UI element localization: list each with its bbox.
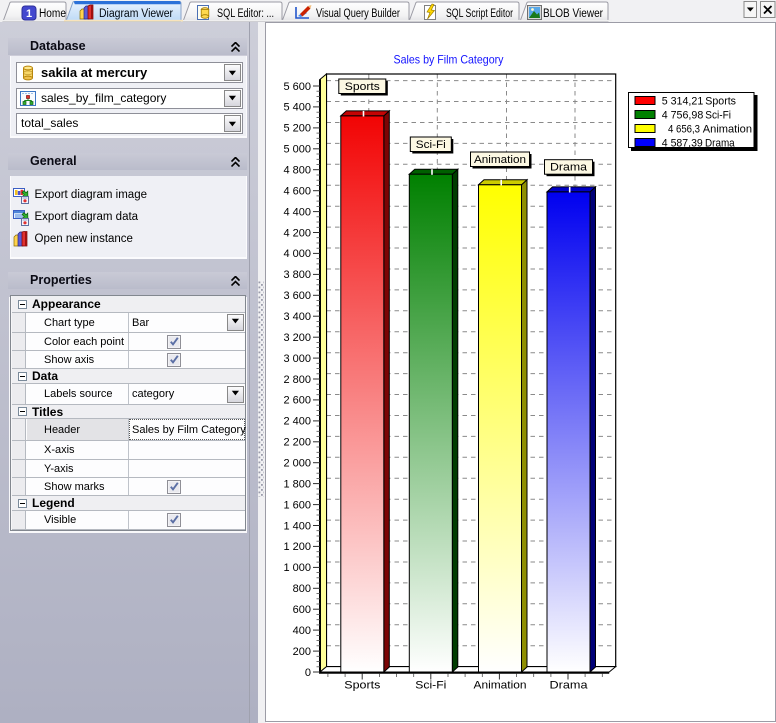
svg-text:5 000: 5 000 <box>283 144 311 156</box>
svg-text:Sports: Sports <box>344 680 381 692</box>
svg-text:Sci-Fi: Sci-Fi <box>416 139 446 151</box>
svg-text:400: 400 <box>293 625 311 637</box>
svg-text:Home: Home <box>39 8 66 20</box>
svg-text:Sports: Sports <box>345 81 381 93</box>
svg-text:2 800: 2 800 <box>283 374 311 386</box>
svg-text:1 200: 1 200 <box>283 541 311 553</box>
svg-text:Diagram Viewer: Diagram Viewer <box>99 8 173 20</box>
svg-text:600: 600 <box>293 604 311 616</box>
svg-text:Sci-Fi: Sci-Fi <box>415 680 446 692</box>
svg-text:1 000: 1 000 <box>283 562 311 574</box>
svg-text:4 000: 4 000 <box>283 248 311 260</box>
svg-text:3 400: 3 400 <box>283 311 311 323</box>
svg-text:4 600: 4 600 <box>283 186 311 198</box>
svg-text:3 800: 3 800 <box>283 269 311 281</box>
svg-text:2 600: 2 600 <box>283 395 311 407</box>
svg-text:5 200: 5 200 <box>283 123 311 135</box>
svg-text:200: 200 <box>293 646 311 658</box>
svg-text:0: 0 <box>305 667 311 679</box>
svg-text:3 200: 3 200 <box>283 332 311 344</box>
svg-text:5 400: 5 400 <box>283 102 311 114</box>
svg-text:4 756,98: 4 756,98 <box>662 109 704 121</box>
svg-text:Visual Query Builder: Visual Query Builder <box>316 8 400 20</box>
svg-text:BLOB Viewer: BLOB Viewer <box>543 8 603 20</box>
svg-text:1: 1 <box>26 8 32 20</box>
svg-text:4 800: 4 800 <box>283 165 311 177</box>
svg-text:3 000: 3 000 <box>283 353 311 365</box>
svg-text:4 400: 4 400 <box>283 206 311 218</box>
svg-text:Drama: Drama <box>705 137 735 149</box>
svg-text:5 600: 5 600 <box>283 81 311 93</box>
svg-text:SQL Script Editor: SQL Script Editor <box>446 8 513 20</box>
svg-text:4 587,39: 4 587,39 <box>662 137 703 149</box>
svg-text:2 200: 2 200 <box>283 437 311 449</box>
svg-text:Animation: Animation <box>474 680 527 692</box>
svg-text:Animation: Animation <box>703 123 752 135</box>
svg-text:Animation: Animation <box>474 154 526 166</box>
svg-text:SQL Editor: ...: SQL Editor: ... <box>217 8 274 20</box>
svg-text:Drama: Drama <box>550 162 588 174</box>
svg-text:5 314,21: 5 314,21 <box>662 95 704 107</box>
svg-text:800: 800 <box>293 583 311 595</box>
svg-text:Sci-Fi: Sci-Fi <box>705 109 731 121</box>
svg-text:1 600: 1 600 <box>283 499 311 511</box>
svg-text:3 600: 3 600 <box>283 290 311 302</box>
svg-text:Drama: Drama <box>550 680 589 692</box>
svg-text:2 000: 2 000 <box>283 458 311 470</box>
svg-text:2 400: 2 400 <box>283 416 311 428</box>
svg-text:4 656,3: 4 656,3 <box>668 123 700 135</box>
svg-text:Sports: Sports <box>705 95 736 107</box>
svg-text:Sales by Film Category: Sales by Film Category <box>394 53 504 67</box>
svg-text:4 200: 4 200 <box>283 227 311 239</box>
svg-text:1 400: 1 400 <box>283 520 311 532</box>
svg-text:1 800: 1 800 <box>283 478 311 490</box>
